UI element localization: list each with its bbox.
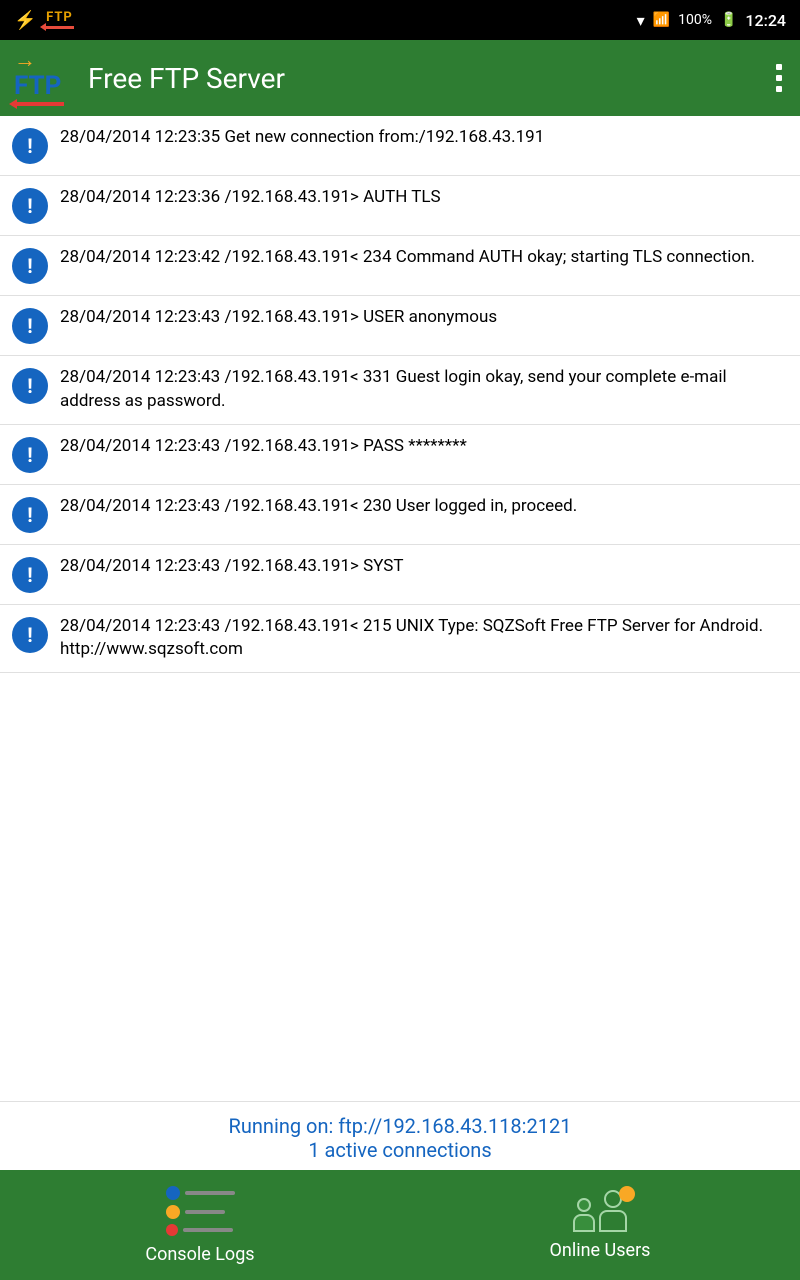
log-exclaim-icon: ! <box>27 254 32 278</box>
bottom-nav: Console Logs Online Users <box>0 1170 800 1280</box>
log-text: 28/04/2014 12:23:43 /192.168.43.191> SYS… <box>60 555 788 579</box>
user-count-badge <box>619 1186 635 1202</box>
log-item: ! 28/04/2014 12:23:42 /192.168.43.191< 23… <box>0 236 800 296</box>
user-body-main <box>599 1210 627 1232</box>
ftp-arrow-line <box>44 26 74 29</box>
log-list: ! 28/04/2014 12:23:35 Get new connection … <box>0 116 800 1101</box>
menu-button[interactable] <box>772 60 786 96</box>
dot-red <box>166 1224 178 1236</box>
log-text: 28/04/2014 12:23:43 /192.168.43.191> PAS… <box>60 435 788 459</box>
log-item: ! 28/04/2014 12:23:43 /192.168.43.191< 21… <box>0 605 800 674</box>
menu-dot-1 <box>776 64 782 70</box>
user-body-secondary <box>573 1214 595 1232</box>
app-header: → FTP Free FTP Server <box>0 40 800 116</box>
log-text: 28/04/2014 12:23:43 /192.168.43.191> USE… <box>60 306 788 330</box>
wifi-icon: ▾ <box>637 11 645 30</box>
ftp-status-text: FTP <box>46 11 73 24</box>
log-item: ! 28/04/2014 12:23:43 /192.168.43.191> US… <box>0 296 800 356</box>
log-exclaim-icon: ! <box>27 563 32 587</box>
log-exclaim-icon: ! <box>27 503 32 527</box>
log-icon: ! <box>12 497 48 533</box>
status-right: ▾ 📶 100% 🔋 12:24 <box>637 11 786 30</box>
menu-dot-3 <box>776 86 782 92</box>
log-icon: ! <box>12 188 48 224</box>
online-users-icon <box>573 1190 627 1232</box>
log-item: ! 28/04/2014 12:23:36 /192.168.43.191> AU… <box>0 176 800 236</box>
line-3 <box>183 1228 233 1232</box>
user-figure-secondary <box>573 1198 595 1232</box>
signal-bars-icon: 📶 <box>653 12 670 28</box>
log-exclaim-icon: ! <box>27 194 32 218</box>
log-icon: ! <box>12 248 48 284</box>
icon-row-3 <box>166 1224 235 1236</box>
active-connections-text: 1 active connections <box>0 1138 800 1162</box>
status-footer: Running on: ftp://192.168.43.118:2121 1 … <box>0 1101 800 1170</box>
log-text: 28/04/2014 12:23:43 /192.168.43.191< 230… <box>60 495 788 519</box>
battery-icon: 🔋 <box>720 12 737 28</box>
icon-row-2 <box>166 1205 235 1219</box>
icon-row-1 <box>166 1186 235 1200</box>
log-icon: ! <box>12 617 48 653</box>
status-left: ⚡ FTP <box>14 10 74 31</box>
arrow-right-icon: → <box>14 50 36 72</box>
log-item: ! 28/04/2014 12:23:43 /192.168.43.191< 23… <box>0 485 800 545</box>
log-text: 28/04/2014 12:23:35 Get new connection f… <box>60 126 788 150</box>
user-head-secondary <box>577 1198 591 1212</box>
dot-blue <box>166 1186 180 1200</box>
log-exclaim-icon: ! <box>27 314 32 338</box>
console-logs-icon <box>166 1186 235 1236</box>
log-item: ! 28/04/2014 12:23:43 /192.168.43.191> SY… <box>0 545 800 605</box>
app-title: Free FTP Server <box>88 62 758 95</box>
running-on-text: Running on: ftp://192.168.43.118:2121 <box>0 1114 800 1138</box>
ftp-status-badge: FTP <box>44 11 74 29</box>
log-icon: ! <box>12 308 48 344</box>
log-icon: ! <box>12 437 48 473</box>
log-item: ! 28/04/2014 12:23:35 Get new connection … <box>0 116 800 176</box>
ftp-logo: → FTP <box>14 50 74 107</box>
log-text: 28/04/2014 12:23:43 /192.168.43.191< 215… <box>60 615 788 663</box>
log-text: 28/04/2014 12:23:43 /192.168.43.191< 331… <box>60 366 788 414</box>
log-exclaim-icon: ! <box>27 443 32 467</box>
nav-console-logs[interactable]: Console Logs <box>0 1170 400 1280</box>
battery-percent: 100% <box>678 12 712 28</box>
log-exclaim-icon: ! <box>27 374 32 398</box>
log-exclaim-icon: ! <box>27 623 32 647</box>
log-text: 28/04/2014 12:23:36 /192.168.43.191> AUT… <box>60 186 788 210</box>
log-icon: ! <box>12 557 48 593</box>
line-2 <box>185 1210 225 1214</box>
status-bar: ⚡ FTP ▾ 📶 100% 🔋 12:24 <box>0 0 800 40</box>
log-icon: ! <box>12 128 48 164</box>
dot-yellow <box>166 1205 180 1219</box>
status-time: 12:24 <box>745 11 786 30</box>
usb-icon: ⚡ <box>14 10 36 31</box>
log-item: ! 28/04/2014 12:23:43 /192.168.43.191> PA… <box>0 425 800 485</box>
menu-dot-2 <box>776 75 782 81</box>
logo-ftp-label: FTP <box>14 72 61 101</box>
online-users-label: Online Users <box>550 1240 651 1261</box>
logo-arrow-right: → <box>14 50 36 72</box>
console-logs-label: Console Logs <box>145 1244 254 1265</box>
log-text: 28/04/2014 12:23:42 /192.168.43.191< 234… <box>60 246 788 270</box>
arrow-left-icon <box>14 102 64 106</box>
line-1 <box>185 1191 235 1195</box>
log-exclaim-icon: ! <box>27 134 32 158</box>
log-icon: ! <box>12 368 48 404</box>
log-item: ! 28/04/2014 12:23:43 /192.168.43.191< 33… <box>0 356 800 425</box>
nav-online-users[interactable]: Online Users <box>400 1170 800 1280</box>
